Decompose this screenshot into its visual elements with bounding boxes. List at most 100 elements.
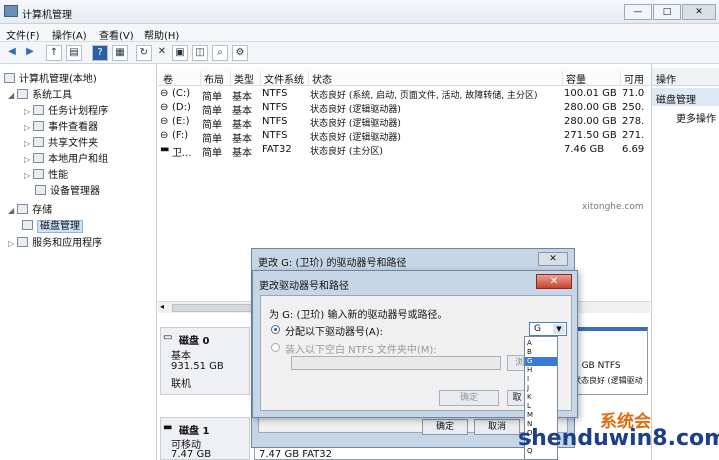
drive-letter-select[interactable]: G ▼ [529,322,567,336]
usb-drive-icon: ▬ [160,144,170,155]
dropdown-option[interactable]: I [525,375,557,384]
table-row[interactable]: ▬ 卫... 简单 基本 FAT32 状态良好 (主分区) 7.46 GB 6.… [158,144,650,159]
table-row[interactable]: ⊖ (E:) 简单 基本 NTFS 状态良好 (逻辑驱动器) 280.00 GB… [158,116,650,131]
dropdown-option[interactable]: B [525,348,557,357]
removable-disk-icon: ▬ [163,422,173,433]
actions-section-disk-management[interactable]: 磁盘管理 [652,88,719,106]
tree-root[interactable]: 计算机管理(本地) [4,70,97,85]
watermark-small: xitonghe.com [582,202,644,212]
navigation-tree: 计算机管理(本地) ◢ 系统工具 ▷ 任务计划程序 ▷ 事件查看器 ▷ 共享文件夹 ▷ 本… [0,64,157,460]
dropdown-option-selected[interactable]: G [525,357,557,366]
partition-f[interactable]: 0 GB NTFS 状态良好 (逻辑驱动 [570,327,648,395]
collapsed-arrow-icon[interactable]: ▷ [24,107,30,116]
computer-management-icon [4,5,18,17]
refresh-icon[interactable]: ↻ [136,45,152,61]
disk-icon: ▭ [163,332,173,343]
disk-0-label[interactable]: ▭ 磁盘 0 基本 931.51 GB 联机 [160,327,250,395]
dropdown-option[interactable]: H [525,366,557,375]
menu-help[interactable]: 帮助(H) [144,27,179,42]
dropdown-option[interactable]: A [525,339,557,348]
menu-file[interactable]: 文件(F) [6,27,40,42]
dropdown-option[interactable]: J [525,384,557,393]
services-icon [17,237,29,247]
col-filesystem[interactable]: 文件系统 [260,71,304,86]
assign-letter-radio[interactable] [271,325,280,334]
tree-local-users[interactable]: ▷ 本地用户和组 [24,150,108,165]
tree-event-viewer[interactable]: ▷ 事件查看器 [24,118,98,133]
help-icon[interactable]: ? [92,45,108,61]
properties-icon[interactable]: ▣ [172,45,188,61]
view-icon[interactable]: ▦ [112,45,128,61]
clock-icon [33,105,45,115]
folder-path-input[interactable] [291,356,501,370]
menu-bar: 文件(F) 操作(A) 查看(V) 帮助(H) [0,24,719,42]
collapsed-arrow-icon[interactable]: ▷ [24,155,30,164]
tree-shared-folders[interactable]: ▷ 共享文件夹 [24,134,98,149]
show-hide-tree-icon[interactable]: ▤ [66,45,82,61]
title-bar: 计算机管理 — □ ✕ [0,0,719,24]
disk-1-label[interactable]: ▬ 磁盘 1 可移动 7.47 GB [160,417,250,460]
col-type[interactable]: 类型 [230,71,254,86]
back-icon[interactable]: ◀ [4,45,20,61]
tools-icon [17,89,29,99]
tree-services-apps[interactable]: ▷ 服务和应用程序 [8,234,102,249]
expanded-arrow-icon[interactable]: ◢ [8,91,14,100]
collapsed-arrow-icon[interactable]: ▷ [24,171,30,180]
menu-view[interactable]: 查看(V) [99,27,134,42]
maximize-button[interactable]: □ [653,4,681,20]
users-icon [33,153,45,163]
dialog-close-button[interactable]: ✕ [538,252,568,266]
performance-icon [33,169,45,179]
dialog-cancel-button[interactable]: 取消 [474,419,520,435]
table-row[interactable]: ⊖ (F:) 简单 基本 NTFS 状态良好 (逻辑驱动器) 271.50 GB… [158,130,650,145]
inner-ok-button[interactable]: 确定 [439,390,499,406]
dropdown-option[interactable]: M [525,411,557,420]
col-free[interactable]: 可用 [620,71,644,86]
drive-icon: ⊖ [160,116,169,127]
col-capacity[interactable]: 容量 [562,71,586,86]
dropdown-option[interactable]: L [525,402,557,411]
search-icon[interactable]: ⌕ [212,45,228,61]
col-volume[interactable]: 卷 [160,71,173,86]
delete-icon[interactable]: ✕ [154,45,170,61]
table-row[interactable]: ⊖ (C:) 简单 基本 NTFS 状态良好 (系统, 启动, 页面文件, 活动… [158,88,650,103]
collapsed-arrow-icon[interactable]: ▷ [24,123,30,132]
forward-icon[interactable]: ▶ [22,45,38,61]
more-actions-link[interactable]: 更多操作 [676,110,716,125]
scroll-left-icon[interactable]: ◂ [160,302,164,311]
close-button[interactable]: ✕ [682,4,716,20]
toolbar: ◀ ▶ ↑ ▤ ? ▦ ↻ ✕ ▣ ◫ ⌕ ⚙ [0,42,719,64]
col-status[interactable]: 状态 [308,71,332,86]
menu-action[interactable]: 操作(A) [52,27,87,42]
tree-storage[interactable]: ◢ 存储 [8,201,52,216]
collapsed-arrow-icon[interactable]: ▷ [24,139,30,148]
tree-device-manager[interactable]: 设备管理器 [35,182,100,197]
dialog-prompt: 为 G: (卫玠) 输入新的驱动器号或路径。 [269,310,448,321]
expanded-arrow-icon[interactable]: ◢ [8,206,14,215]
settings-icon[interactable]: ⚙ [232,45,248,61]
inner-dialog-title: 更改驱动器号和路径 [259,281,349,292]
tree-system-tools[interactable]: ◢ 系统工具 [8,86,72,101]
dropdown-option[interactable]: K [525,393,557,402]
storage-icon [17,204,29,214]
up-icon[interactable]: ↑ [46,45,62,61]
inner-dialog-close-button[interactable]: ✕ [536,274,572,289]
minimize-button[interactable]: — [624,4,652,20]
dialog-ok-button[interactable]: 确定 [422,419,468,435]
window-title: 计算机管理 [22,10,72,21]
dialog-title: 更改 G: (卫玠) 的驱动器号和路径 [258,258,407,269]
open-icon[interactable]: ◫ [192,45,208,61]
tree-disk-management[interactable]: 磁盘管理 [22,217,83,233]
dropdown-arrow-icon[interactable]: ▼ [553,324,565,334]
col-layout[interactable]: 布局 [200,71,224,86]
table-row[interactable]: ⊖ (D:) 简单 基本 NTFS 状态良好 (逻辑驱动器) 280.00 GB… [158,102,650,117]
tree-performance[interactable]: ▷ 性能 [24,166,68,181]
computer-icon [4,73,15,83]
watermark-text: shenduwin8.com [518,426,719,451]
event-viewer-icon [33,121,45,131]
collapsed-arrow-icon[interactable]: ▷ [8,239,14,248]
mount-folder-radio[interactable] [271,343,280,352]
device-manager-icon [35,185,46,195]
list-header: 卷 布局 类型 文件系统 状态 容量 可用 [158,68,650,86]
tree-task-scheduler[interactable]: ▷ 任务计划程序 [24,102,108,117]
